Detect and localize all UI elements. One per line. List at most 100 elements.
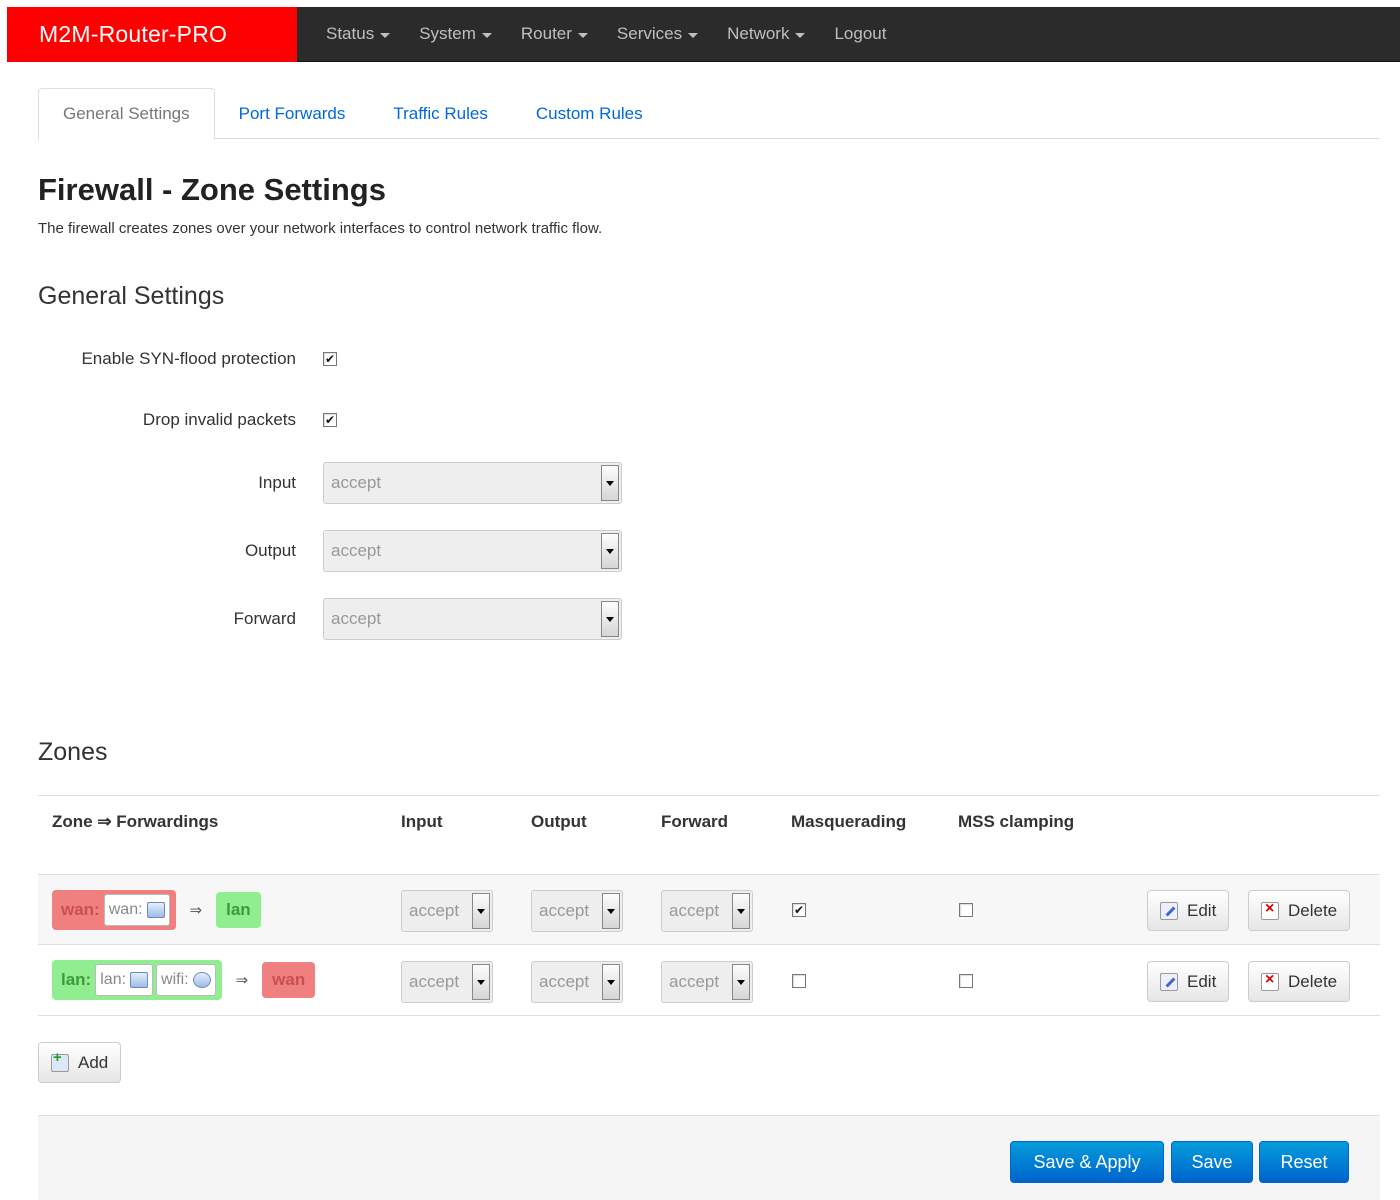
forward-policy-select[interactable]: accept [323,598,622,640]
nav-status[interactable]: Status [326,24,391,44]
add-zone-button[interactable]: Add [38,1042,122,1083]
nav-system-label: System [419,24,476,43]
add-label: Add [78,1052,109,1072]
zone-forward-select[interactable]: accept [661,961,753,1003]
interface-label: wifi: [161,971,189,988]
mss-clamping-checkbox[interactable] [959,974,973,988]
tab-general-settings[interactable]: General Settings [38,88,215,140]
col-input: Input [401,812,443,831]
forward-arrow: ⇒ [235,972,249,989]
col-masquerading: Masquerading [791,812,907,831]
forward-target-lan: lan [216,892,261,928]
zone-output-select[interactable]: accept [531,961,623,1003]
col-forward: Forward [661,812,729,831]
zone-chip-wan: wan: wan: [52,890,176,930]
footer-actions-bar: Save & Apply Save Reset [38,1115,1380,1200]
zone-forward-value: accept [669,972,720,991]
input-policy-row: Input accept [38,461,838,505]
zone-input-select[interactable]: accept [401,961,493,1003]
delete-button[interactable]: Delete [1248,961,1351,1002]
edit-icon [1160,901,1178,920]
col-mss-clamping: MSS clamping [958,812,1075,831]
drop-invalid-checkbox[interactable]: ✔ [323,413,337,427]
interface-label: lan: [100,971,127,988]
nav-status-label: Status [326,24,375,43]
reset-button[interactable]: Reset [1259,1141,1349,1183]
nav-network[interactable]: Network [727,24,806,44]
edit-button[interactable]: Edit [1147,890,1230,931]
general-settings-heading: General Settings [38,282,225,310]
zone-cell: wan: wan: ⇒ lan [52,890,261,930]
zone-forward-value: accept [669,901,720,920]
edit-label: Edit [1187,900,1217,920]
nav-network-label: Network [727,24,790,43]
edit-button[interactable]: Edit [1147,961,1230,1002]
caret-down-icon [795,32,806,38]
output-policy-label: Output [244,541,296,560]
zone-forward-select[interactable]: accept [661,890,753,932]
tab-bar: General Settings Port Forwards Traffic R… [38,88,1380,140]
masquerading-checkbox[interactable]: ✔ [792,903,806,917]
edit-label: Edit [1187,971,1217,991]
nav-router-label: Router [520,24,572,43]
page-title: Firewall - Zone Settings [38,172,386,207]
zone-output-value: accept [539,901,590,920]
zone-input-value: accept [409,972,460,991]
forward-policy-value: accept [331,609,382,628]
zone-name: lan: [61,970,92,989]
zone-cell: lan: lan: wifi: ⇒ wan [52,960,316,1000]
output-policy-row: Output accept [38,529,838,573]
input-policy-label: Input [258,473,296,492]
drop-invalid-row: Drop invalid packets ✔ [38,398,838,442]
table-row: lan: lan: wifi: ⇒ wan accept accept acce… [38,946,1380,1016]
interface-label: wan: [108,901,143,918]
dropdown-arrow-icon [602,964,620,1000]
zone-output-select[interactable]: accept [531,890,623,932]
input-policy-select[interactable]: accept [323,462,622,504]
save-apply-button[interactable]: Save & Apply [1010,1141,1164,1183]
mss-clamping-checkbox[interactable] [959,903,973,917]
edit-icon [1160,972,1178,991]
forward-arrow: ⇒ [189,902,203,919]
zones-table-divider [38,848,1380,875]
ethernet-icon [146,902,165,918]
masquerading-checkbox[interactable] [792,974,806,988]
network-icon [130,972,149,988]
brand-logo[interactable]: M2M-Router-PRO [7,6,297,62]
input-policy-value: accept [331,473,382,492]
page-description: The firewall creates zones over your net… [38,220,603,237]
nav-router[interactable]: Router [521,24,588,44]
delete-icon [1261,971,1279,991]
delete-button[interactable]: Delete [1248,890,1351,931]
interface-badge-wan: wan: [103,894,170,926]
tab-port-forwards[interactable]: Port Forwards [215,88,370,139]
zones-heading: Zones [38,738,108,766]
dropdown-arrow-icon [601,465,619,501]
caret-down-icon [481,32,492,38]
zone-chip-lan: lan: lan: wifi: [52,960,222,1000]
syn-flood-checkbox[interactable]: ✔ [323,352,337,366]
forward-policy-row: Forward accept [38,597,838,641]
interface-badge-wifi: wifi: [156,964,216,996]
dropdown-arrow-icon [732,893,750,929]
zone-output-value: accept [539,972,590,991]
wifi-icon [192,972,211,988]
syn-flood-label: Enable SYN-flood protection [81,349,296,368]
top-navbar: M2M-Router-PRO Status System Router Serv… [7,6,1400,62]
tab-traffic-rules[interactable]: Traffic Rules [369,88,511,139]
delete-label: Delete [1288,971,1338,991]
zone-name: wan: [61,900,100,919]
tab-custom-rules[interactable]: Custom Rules [512,88,667,139]
nav-logout[interactable]: Logout [834,24,886,44]
nav-system[interactable]: System [419,24,492,44]
save-button[interactable]: Save [1171,1141,1253,1183]
output-policy-select[interactable]: accept [323,530,622,572]
nav-logout-label: Logout [834,24,887,43]
zones-table-header: Zone ⇒ Forwardings Input Output Forward … [38,795,1380,848]
zone-input-select[interactable]: accept [401,890,493,932]
drop-invalid-label: Drop invalid packets [142,410,296,429]
dropdown-arrow-icon [472,893,490,929]
output-policy-value: accept [331,541,382,560]
dropdown-arrow-icon [601,601,619,637]
nav-services[interactable]: Services [617,24,699,44]
